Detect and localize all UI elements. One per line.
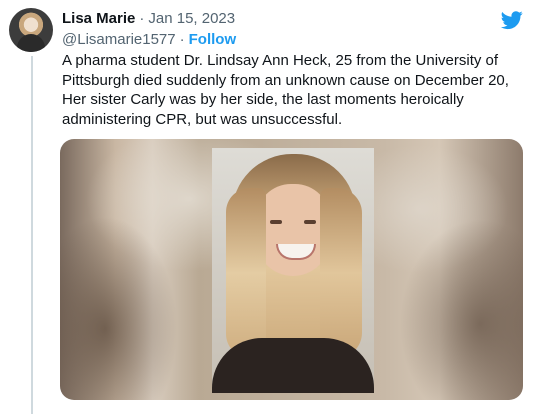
follow-button[interactable]: Follow [189,31,237,48]
author-name[interactable]: Lisa Marie [62,10,135,27]
tweet-media[interactable] [60,139,523,400]
photo-eye-left [270,220,282,224]
handle-separator: · [179,30,185,48]
tweet-date[interactable]: Jan 15, 2023 [148,10,235,27]
header-separator: · [139,9,145,27]
thread-line [31,56,33,414]
photo-shirt [212,338,374,393]
avatar[interactable] [9,8,53,52]
tweet-text: A pharma student Dr. Lindsay Ann Heck, 2… [62,52,509,128]
twitter-bird-icon[interactable] [500,9,524,31]
photo-face [256,184,330,276]
tweet-header: Lisa Marie · Jan 15, 2023 [62,9,235,27]
handle-row: @Lisamarie1577 · Follow [62,30,236,48]
photo-hair-right [320,188,362,358]
author-handle[interactable]: @Lisamarie1577 [62,31,176,48]
media-photo [212,148,374,393]
photo-eye-right [304,220,316,224]
tweet-card: Lisa Marie · Jan 15, 2023 @Lisamarie1577… [0,0,538,414]
photo-hair-left [226,188,266,358]
